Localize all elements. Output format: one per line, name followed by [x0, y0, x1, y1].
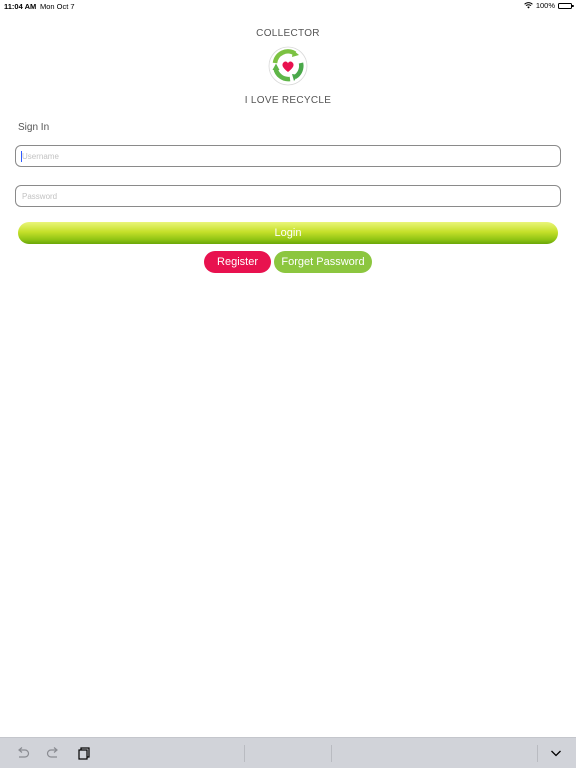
status-date: Mon Oct 7 [40, 2, 75, 11]
password-field[interactable] [15, 185, 561, 207]
battery-icon [558, 2, 574, 9]
toolbar-divider [331, 745, 332, 762]
paste-icon[interactable] [77, 746, 91, 760]
undo-icon[interactable] [16, 746, 30, 760]
text-cursor [21, 151, 22, 162]
username-field[interactable] [15, 145, 561, 167]
sign-in-label: Sign In [18, 122, 50, 133]
status-bar: 11:04 AM Mon Oct 7 100% [0, 0, 576, 12]
recycle-heart-logo [268, 46, 308, 86]
dismiss-keyboard-icon[interactable] [549, 746, 563, 760]
toolbar-divider [537, 745, 538, 762]
battery-percent: 100% [535, 1, 555, 10]
status-time: 11:04 AM [4, 2, 37, 11]
forget-password-button[interactable]: Forget Password [274, 251, 372, 273]
app-title: COLLECTOR [256, 28, 320, 39]
app-subtitle: I LOVE RECYCLE [244, 95, 332, 106]
register-button[interactable]: Register [204, 251, 271, 273]
toolbar-divider [244, 745, 245, 762]
username-input[interactable] [16, 146, 560, 167]
status-indicators: 100% [524, 1, 574, 10]
redo-icon[interactable] [46, 746, 60, 760]
keyboard-toolbar [0, 737, 576, 768]
wifi-icon [524, 2, 533, 9]
password-input[interactable] [16, 186, 560, 207]
login-button[interactable]: Login [18, 222, 558, 244]
